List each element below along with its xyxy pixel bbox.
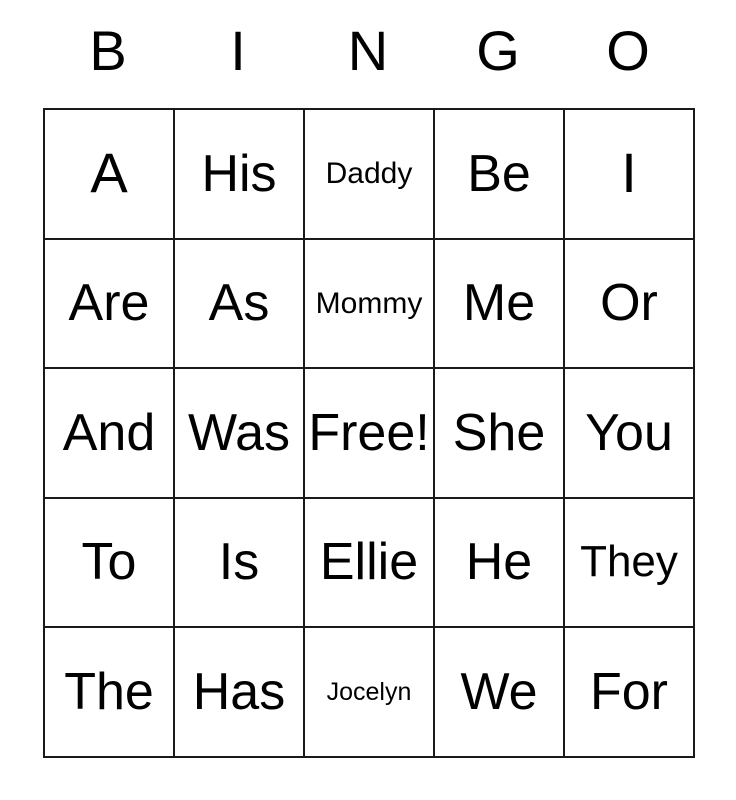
bingo-free-space-label: Free! xyxy=(308,403,430,462)
bingo-cell-label: The xyxy=(64,662,154,721)
bingo-card: B I N G O A His Daddy Be I Are As Mommy … xyxy=(43,0,695,758)
bingo-cell-label: Was xyxy=(187,403,291,462)
bingo-cell-label: To xyxy=(81,533,137,592)
bingo-row: And Was Free! She You xyxy=(45,369,695,499)
bingo-free-space-cell[interactable]: Free! xyxy=(305,369,435,499)
bingo-cell[interactable]: We xyxy=(435,628,565,758)
bingo-cell-label: Daddy xyxy=(325,157,413,191)
bingo-cell[interactable]: He xyxy=(435,498,565,629)
bingo-cell-label: Me xyxy=(462,274,536,333)
bingo-cell[interactable]: A xyxy=(45,110,175,240)
bingo-cell[interactable]: They xyxy=(565,498,695,629)
bingo-header-row: B I N G O xyxy=(43,0,693,108)
bingo-cell-label: He xyxy=(465,533,533,592)
bingo-cell-label: Has xyxy=(192,662,286,721)
bingo-cell-label: We xyxy=(460,662,538,721)
bingo-header-letter-i: I xyxy=(230,19,246,82)
bingo-cell[interactable]: The xyxy=(45,628,175,758)
bingo-cell[interactable]: Has xyxy=(175,628,305,758)
bingo-cell[interactable]: Jocelyn xyxy=(305,628,435,758)
bingo-cell[interactable]: Be xyxy=(435,110,565,240)
bingo-cell[interactable]: She xyxy=(435,369,565,499)
bingo-grid: A His Daddy Be I Are As Mommy Me Or And … xyxy=(43,108,695,758)
bingo-cell[interactable]: For xyxy=(565,628,695,758)
bingo-cell-label: Jocelyn xyxy=(326,678,412,707)
bingo-cell-label: She xyxy=(452,403,546,462)
bingo-cell[interactable]: And xyxy=(45,369,175,499)
bingo-cell[interactable]: Is xyxy=(175,498,305,629)
bingo-row: To Is Ellie He They xyxy=(45,498,695,629)
bingo-cell[interactable]: To xyxy=(45,498,175,629)
bingo-row: Are As Mommy Me Or xyxy=(45,239,695,370)
bingo-row: A His Daddy Be I xyxy=(45,110,695,240)
bingo-cell[interactable]: Me xyxy=(435,239,565,370)
bingo-cell[interactable]: You xyxy=(565,369,695,499)
bingo-cell[interactable]: Daddy xyxy=(305,110,435,240)
bingo-cell-label: Or xyxy=(600,274,658,333)
bingo-header-letter-n: N xyxy=(347,19,389,82)
bingo-cell[interactable]: Mommy xyxy=(305,239,435,370)
bingo-cell-label: You xyxy=(585,403,673,462)
bingo-cell[interactable]: As xyxy=(175,239,305,370)
bingo-cell-label: As xyxy=(208,274,270,333)
bingo-cell-label: For xyxy=(590,662,668,721)
bingo-cell-label: They xyxy=(580,537,678,587)
bingo-cell[interactable]: I xyxy=(565,110,695,240)
bingo-cell-label: A xyxy=(90,141,128,205)
bingo-cell-label: Are xyxy=(68,274,150,333)
bingo-cell-label: Ellie xyxy=(319,533,419,592)
bingo-cell-label: Mommy xyxy=(315,286,423,320)
bingo-header-letter-b: B xyxy=(89,19,127,82)
bingo-cell[interactable]: Ellie xyxy=(305,498,435,629)
bingo-header-letter-g: G xyxy=(476,19,520,82)
bingo-cell-label: His xyxy=(201,144,277,203)
bingo-cell-label: I xyxy=(621,141,637,205)
bingo-cell[interactable]: Or xyxy=(565,239,695,370)
bingo-header-letter-o: O xyxy=(606,19,650,82)
bingo-cell-label: Is xyxy=(218,533,260,592)
bingo-cell-label: Be xyxy=(467,144,531,203)
bingo-cell[interactable]: Are xyxy=(45,239,175,370)
bingo-cell-label: And xyxy=(62,403,156,462)
bingo-row: The Has Jocelyn We For xyxy=(45,628,695,758)
bingo-cell[interactable]: Was xyxy=(175,369,305,499)
bingo-cell[interactable]: His xyxy=(175,110,305,240)
